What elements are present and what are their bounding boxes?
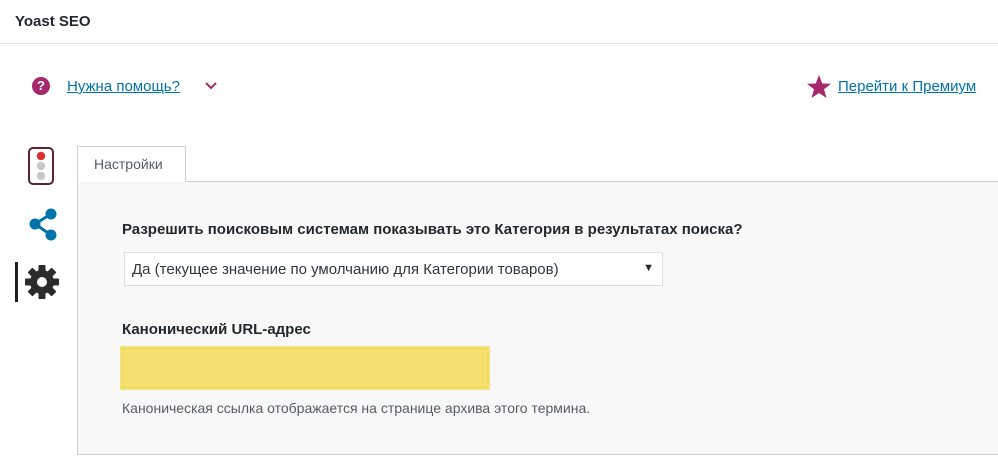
traffic-light-icon[interactable]: [27, 147, 57, 185]
help-link[interactable]: Нужна помощь?: [67, 78, 180, 95]
chevron-down-icon[interactable]: [204, 80, 218, 92]
tab-settings[interactable]: Настройки: [77, 146, 186, 182]
question-circle-icon[interactable]: ?: [32, 77, 50, 95]
search-visibility-select-value: Да (текущее значение по умолчанию для Ка…: [132, 261, 559, 278]
share-icon[interactable]: [27, 207, 61, 241]
canonical-url-input[interactable]: [120, 346, 490, 390]
dropdown-arrow-icon: ▼: [643, 262, 654, 274]
canonical-url-label: Канонический URL-адрес: [122, 321, 311, 338]
search-visibility-select[interactable]: Да (текущее значение по умолчанию для Ка…: [124, 252, 663, 286]
go-premium-link[interactable]: Перейти к Премиум: [838, 78, 976, 95]
canonical-url-help: Каноническая ссылка отображается на стра…: [122, 400, 591, 416]
gear-icon[interactable]: [13, 262, 61, 302]
help-row: ? Нужна помощь? Перейти к Премиум: [0, 72, 998, 102]
metabox-title: Yoast SEO: [15, 13, 91, 30]
header-bar: Yoast SEO: [0, 0, 998, 44]
search-visibility-label: Разрешить поисковым системам показывать …: [122, 221, 743, 238]
star-icon: [807, 75, 831, 98]
tab-settings-label: Настройки: [94, 156, 163, 172]
